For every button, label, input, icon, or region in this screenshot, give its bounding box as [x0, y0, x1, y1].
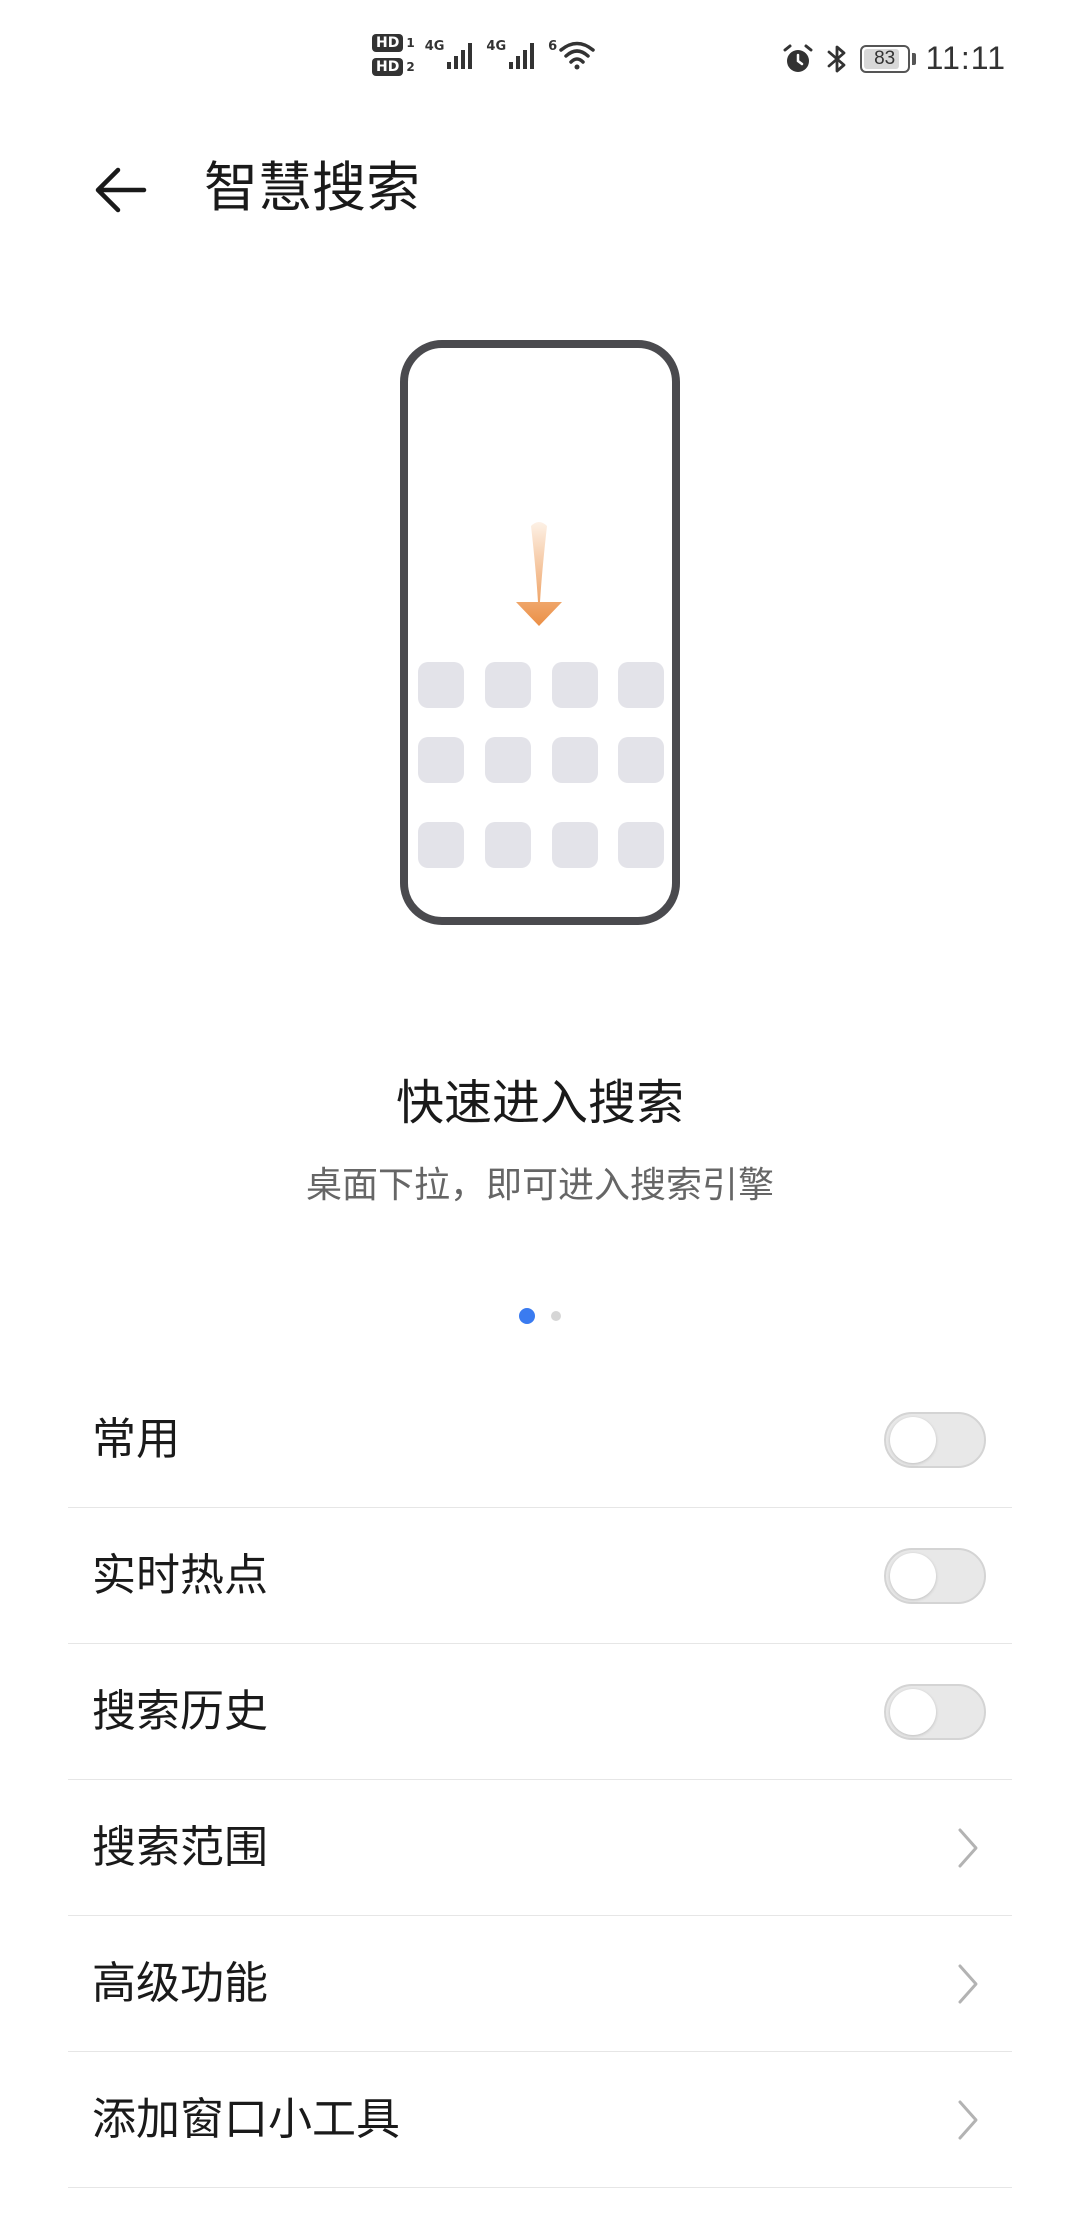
app-tile	[552, 662, 598, 708]
toggle-switch[interactable]	[884, 1548, 986, 1604]
bluetooth-icon	[827, 45, 846, 72]
chevron-right-icon	[958, 2100, 978, 2140]
signal-icon	[509, 43, 535, 69]
header: 智慧搜索	[0, 120, 1080, 250]
hd-label-1: HD	[372, 34, 404, 52]
network-type-1: 4G	[424, 39, 445, 54]
back-arrow-icon	[95, 167, 147, 213]
hd-sub-1: 1	[406, 36, 415, 50]
signal-icon	[447, 43, 473, 69]
app-tile	[485, 662, 531, 708]
app-tile	[618, 662, 664, 708]
network-type-2: 4G	[486, 39, 507, 54]
page-dot-active[interactable]	[519, 1308, 535, 1324]
chevron-right-icon	[958, 1964, 978, 2004]
settings-item-label: 常用	[92, 1414, 180, 1465]
settings-item-search-history[interactable]: 搜索历史	[68, 1644, 1012, 1780]
carousel-title: 快速进入搜索	[395, 1075, 684, 1131]
settings-item-common[interactable]: 常用	[68, 1372, 1012, 1508]
settings-item-label: 搜索范围	[92, 1822, 268, 1873]
signal-group-2: 4G	[486, 39, 538, 70]
hd-badge-2: HD 2	[372, 58, 415, 76]
app-tile	[618, 822, 664, 868]
toggle-switch[interactable]	[884, 1684, 986, 1740]
app-tile	[485, 737, 531, 783]
battery-body: 83	[859, 44, 910, 73]
page-title: 智慧搜索	[204, 156, 420, 219]
page-indicator	[0, 1308, 1080, 1324]
settings-list: 常用实时热点搜索历史搜索范围高级功能添加窗口小工具	[68, 1372, 1012, 2188]
page-dot[interactable]	[551, 1311, 561, 1321]
wifi-group: 6	[548, 39, 595, 70]
settings-item-add-widget[interactable]: 添加窗口小工具	[68, 2052, 1012, 2188]
status-bar-right: 83 11:11	[782, 40, 1006, 77]
wifi-icon	[559, 41, 595, 70]
back-button[interactable]	[80, 148, 164, 232]
settings-item-label: 添加窗口小工具	[92, 2094, 400, 2145]
toggle-knob	[890, 1417, 936, 1463]
battery-tip	[911, 52, 916, 65]
toggle-knob	[890, 1689, 936, 1735]
settings-item-advanced-features[interactable]: 高级功能	[68, 1916, 1012, 2052]
chevron-right-icon	[958, 1828, 978, 1868]
settings-item-label: 搜索历史	[92, 1686, 268, 1737]
status-time: 11:11	[925, 40, 1006, 76]
settings-item-label: 实时热点	[92, 1550, 268, 1601]
toggle-knob	[890, 1553, 936, 1599]
settings-item-search-scope[interactable]: 搜索范围	[68, 1780, 1012, 1916]
phone-illustration	[400, 340, 680, 925]
app-tile	[552, 737, 598, 783]
status-bar: HD 1 HD 2 4G 4G 6 83 11:11	[0, 0, 1080, 120]
app-tile	[485, 822, 531, 868]
settings-item-label: 高级功能	[92, 1958, 268, 2009]
settings-item-realtime-hotspot[interactable]: 实时热点	[68, 1508, 1012, 1644]
app-tile	[418, 822, 464, 868]
carousel-subtitle: 桌面下拉，即可进入搜索引擎	[305, 1165, 774, 1206]
app-tile	[418, 662, 464, 708]
toggle-switch[interactable]	[884, 1412, 986, 1468]
alarm-icon	[783, 44, 813, 72]
hd-badge-1: HD 1	[372, 34, 415, 52]
app-tile	[618, 737, 664, 783]
wifi-generation: 6	[548, 39, 558, 54]
app-tile	[418, 737, 464, 783]
battery-percentage: 83	[874, 47, 896, 69]
hd-indicators: HD 1 HD 2	[372, 34, 415, 76]
battery-icon: 83	[859, 44, 916, 73]
app-tile	[552, 822, 598, 868]
signal-group-1: 4G	[424, 39, 477, 70]
status-bar-left: HD 1 HD 2 4G 4G 6	[372, 34, 595, 76]
hd-sub-2: 2	[406, 60, 415, 74]
hd-label-2: HD	[372, 58, 404, 76]
